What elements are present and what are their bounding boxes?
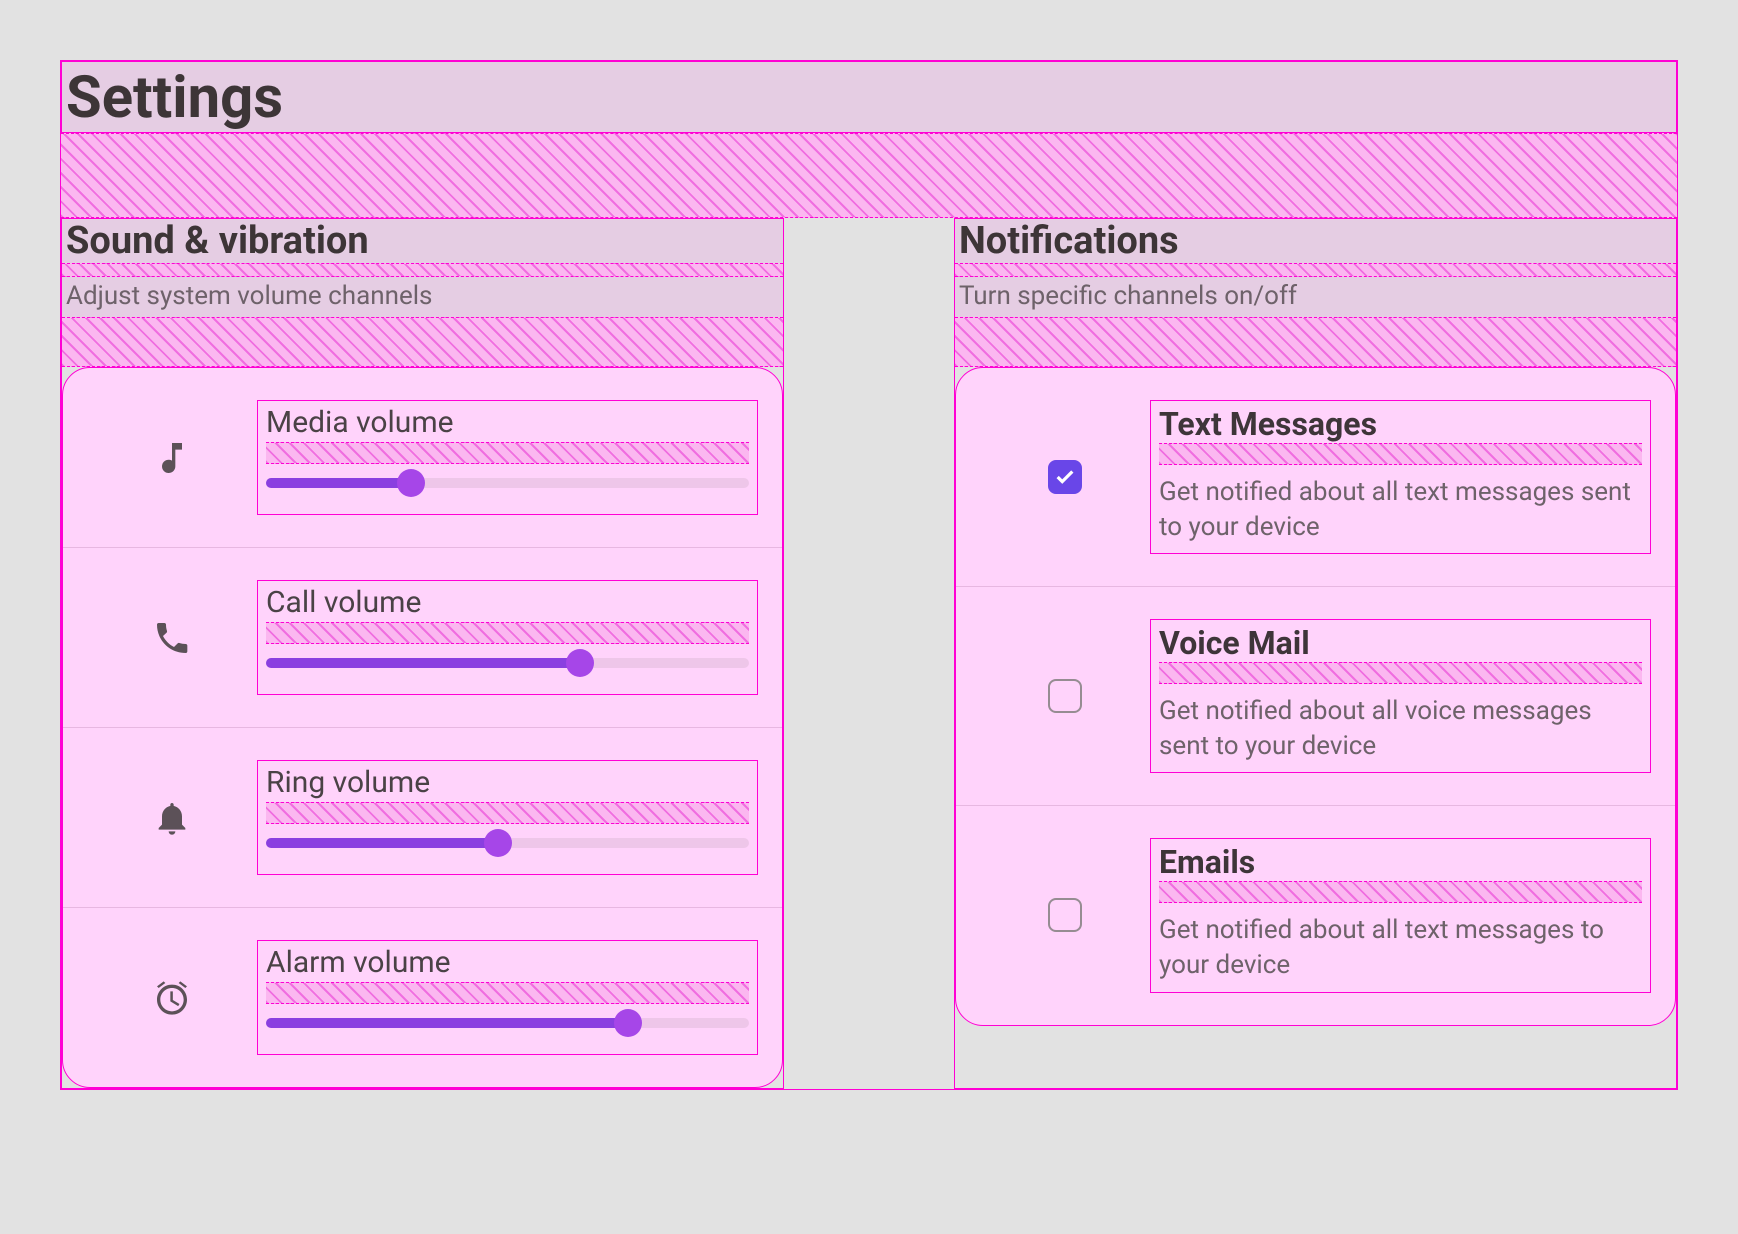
section-subtitle-sound: Adjust system volume channels [62, 277, 783, 317]
section-subtitle-notifications: Turn specific channels on/off [955, 277, 1676, 317]
alarm-icon [87, 978, 257, 1018]
spacer-hatch [1159, 443, 1642, 465]
spacer-hatch [1159, 881, 1642, 903]
spacer-hatch [1159, 662, 1642, 684]
volume-label: Call volume [266, 585, 749, 622]
sound-column: Sound & vibration Adjust system volume c… [61, 218, 784, 1089]
spacer-hatch [266, 622, 749, 644]
notification-description: Get notified about all text messages to … [1159, 909, 1642, 983]
notification-row-voice-mail: Voice Mail Get notified about all voice … [956, 587, 1675, 806]
volume-label: Ring volume [266, 765, 749, 802]
volume-row-ring: Ring volume [63, 728, 782, 908]
section-title-notifications: Notifications [955, 219, 1676, 263]
notification-title: Text Messages [1159, 405, 1642, 443]
spacer-hatch [955, 263, 1676, 277]
volume-row-call: Call volume [63, 548, 782, 728]
columns-container: Sound & vibration Adjust system volume c… [61, 218, 1677, 1089]
notifications-column: Notifications Turn specific channels on/… [954, 218, 1677, 1089]
notification-description: Get notified about all text messages sen… [1159, 471, 1642, 545]
section-title-sound: Sound & vibration [62, 219, 783, 263]
spacer-hatch [266, 442, 749, 464]
notification-row-text-messages: Text Messages Get notified about all tex… [956, 368, 1675, 587]
spacer-hatch [266, 982, 749, 1004]
media-volume-slider[interactable] [266, 470, 749, 496]
notification-description: Get notified about all voice messages se… [1159, 690, 1642, 764]
voice-mail-checkbox[interactable] [1048, 679, 1082, 713]
settings-page: Settings Sound & vibration Adjust system… [60, 60, 1678, 1090]
spacer-hatch [955, 317, 1676, 367]
call-volume-slider[interactable] [266, 650, 749, 676]
volume-row-alarm: Alarm volume [63, 908, 782, 1087]
sound-card: Media volume Call volume [62, 367, 783, 1088]
notification-title: Voice Mail [1159, 624, 1642, 662]
notifications-card: Text Messages Get notified about all tex… [955, 367, 1676, 1026]
spacer-hatch [266, 802, 749, 824]
spacer-hatch [62, 317, 783, 367]
phone-icon [87, 618, 257, 658]
notification-title: Emails [1159, 843, 1642, 881]
page-title: Settings [62, 62, 1676, 132]
volume-label: Media volume [266, 405, 749, 442]
volume-label: Alarm volume [266, 945, 749, 982]
volume-row-media: Media volume [63, 368, 782, 548]
music-note-icon [87, 438, 257, 478]
bell-icon [87, 798, 257, 838]
column-gap [784, 218, 954, 1089]
text-messages-checkbox[interactable] [1048, 460, 1082, 494]
alarm-volume-slider[interactable] [266, 1010, 749, 1036]
page-header: Settings [61, 61, 1677, 133]
emails-checkbox[interactable] [1048, 898, 1082, 932]
spacer-hatch [62, 263, 783, 277]
ring-volume-slider[interactable] [266, 830, 749, 856]
spacer-hatch [61, 133, 1677, 218]
notification-row-emails: Emails Get notified about all text messa… [956, 806, 1675, 1024]
